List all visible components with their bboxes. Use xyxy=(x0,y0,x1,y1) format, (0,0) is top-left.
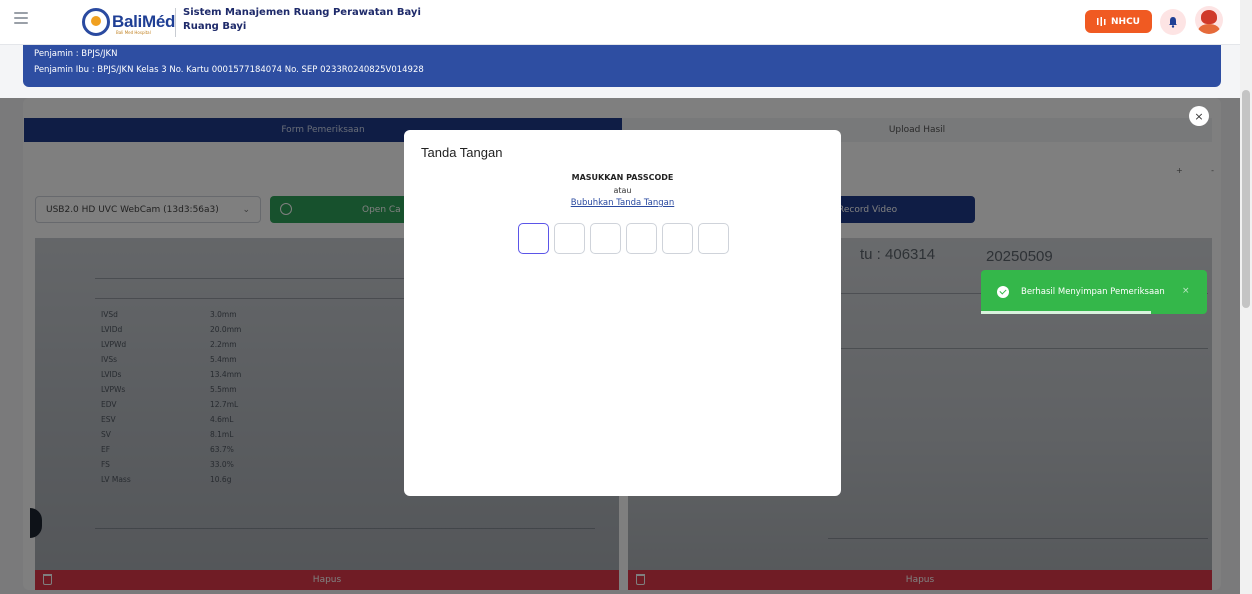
close-icon[interactable]: × xyxy=(1189,106,1209,126)
passcode-input-group xyxy=(518,223,729,254)
logo-text: BaliMéd xyxy=(112,12,176,31)
apply-signature-link[interactable]: Bubuhkan Tanda Tangan xyxy=(404,198,841,208)
signature-modal: Tanda Tangan MASUKKAN PASSCODE atau Bubu… xyxy=(404,130,841,496)
nhcu-label: NHCU xyxy=(1111,16,1140,27)
or-label: atau xyxy=(613,186,632,195)
toast-close-icon[interactable]: × xyxy=(1182,286,1190,296)
passcode-digit-5[interactable] xyxy=(662,223,693,254)
nhcu-button[interactable]: NHCU xyxy=(1085,10,1152,33)
user-avatar[interactable] xyxy=(1195,6,1223,34)
page-scrollbar[interactable] xyxy=(1240,0,1252,594)
penjamin-text: Penjamin : BPJS/JKN xyxy=(34,49,118,59)
passcode-digit-2[interactable] xyxy=(554,223,585,254)
logo-tagline: Bali Med Hospital xyxy=(116,30,151,35)
passcode-digit-3[interactable] xyxy=(590,223,621,254)
logo-mark-icon xyxy=(82,8,110,36)
passcode-digit-1[interactable] xyxy=(518,223,549,254)
passcode-label: MASUKKAN PASSCODE xyxy=(571,173,674,182)
passcode-digit-4[interactable] xyxy=(626,223,657,254)
balimed-logo[interactable]: BaliMéd Bali Med Hospital xyxy=(80,6,176,38)
check-circle-icon xyxy=(997,286,1009,298)
passcode-digit-6[interactable] xyxy=(698,223,729,254)
notification-bell-icon[interactable] xyxy=(1160,9,1186,35)
patient-insurance-info: Penjamin : BPJS/JKN Penjamin Ibu : BPJS/… xyxy=(23,45,1221,87)
toast-message: Berhasil Menyimpan Pemeriksaan xyxy=(1021,287,1165,297)
header-divider xyxy=(175,8,176,37)
toast-progress-bar xyxy=(981,311,1151,314)
hamburger-menu-icon[interactable] xyxy=(14,12,28,26)
bars-icon xyxy=(1097,17,1106,26)
top-navbar: BaliMéd Bali Med Hospital Sistem Manajem… xyxy=(0,0,1240,45)
success-toast: Berhasil Menyimpan Pemeriksaan × xyxy=(981,270,1207,314)
modal-title: Tanda Tangan xyxy=(421,145,503,160)
penjamin-ibu-text: Penjamin Ibu : BPJS/JKN Kelas 3 No. Kart… xyxy=(34,65,424,75)
app-title: Sistem Manajemen Ruang Perawatan Bayi xyxy=(183,7,421,18)
app-subtitle: Ruang Bayi xyxy=(183,21,247,32)
scrollbar-thumb[interactable] xyxy=(1242,90,1250,308)
